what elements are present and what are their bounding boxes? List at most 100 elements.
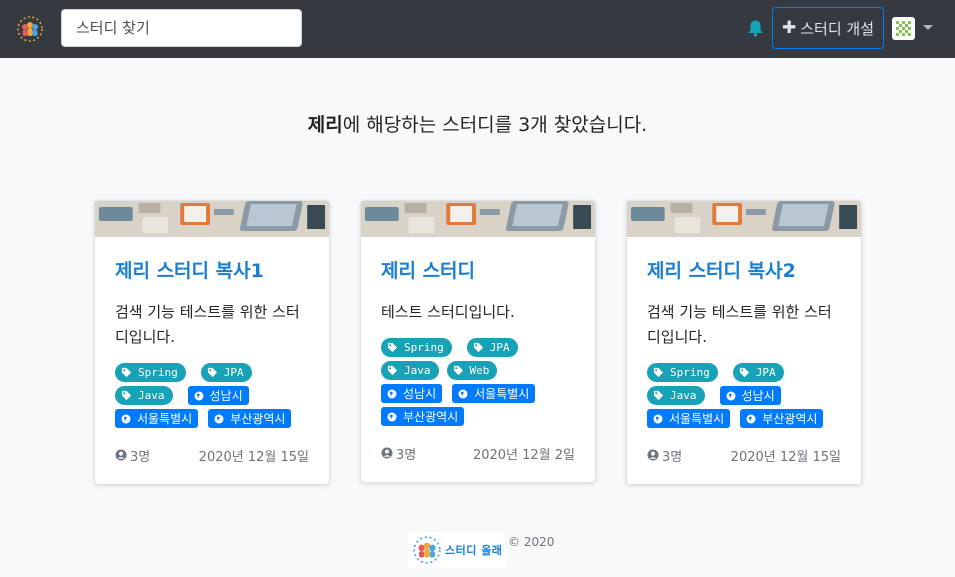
profile-dropdown-caret-icon[interactable]: [923, 25, 933, 30]
tag-badge[interactable]: Java: [115, 386, 173, 405]
zone-badge[interactable]: 부산광역시: [740, 409, 824, 428]
study-card[interactable]: 제리 스터디 복사1 검색 기능 테스트를 위한 스터디입니다. Spring J…: [94, 200, 330, 485]
footer-logo-text: 스터디 올래: [445, 544, 503, 557]
card-footer: 3명 2020년 12월 15일: [95, 440, 329, 470]
globe-icon: [458, 389, 474, 399]
tag-badge[interactable]: Web: [446, 361, 498, 380]
bell-icon[interactable]: [747, 19, 764, 37]
zone-badge[interactable]: 서울특별시: [647, 409, 731, 428]
card-title[interactable]: 제리 스터디: [381, 257, 575, 287]
tag-icon: [387, 365, 404, 376]
zone-label: 부산광역시: [230, 412, 286, 426]
tag-badge[interactable]: JPA: [732, 363, 784, 382]
card-cover-image: [361, 201, 595, 237]
tag-icon: [473, 342, 490, 353]
search-input[interactable]: [61, 9, 302, 47]
tag-label: Spring: [138, 366, 178, 379]
card-cover-image: [627, 201, 861, 237]
tag-icon: [739, 367, 756, 378]
user-circle-icon: [647, 449, 659, 461]
globe-icon: [726, 391, 742, 401]
card-tags: Spring JPA Java Web 성남시 서울특별시부산광역시: [381, 338, 575, 426]
profile-avatar[interactable]: [892, 17, 915, 40]
tag-badge[interactable]: JPA: [466, 338, 518, 357]
zone-badge[interactable]: 성남시: [187, 386, 249, 405]
tag-badge[interactable]: Spring: [647, 363, 718, 382]
globe-icon: [653, 414, 669, 424]
zone-label: 성남시: [403, 387, 437, 401]
published-date: 2020년 12월 15일: [198, 449, 309, 465]
zone-badge[interactable]: 부산광역시: [208, 409, 292, 428]
card-title[interactable]: 제리 스터디 복사2: [647, 257, 841, 287]
zone-badge[interactable]: 성남시: [381, 384, 443, 403]
study-card[interactable]: 제리 스터디 테스트 스터디입니다. Spring JPA Java Web 성남시 서울…: [360, 200, 596, 483]
tag-badge[interactable]: Java: [647, 386, 705, 405]
zone-label: 성남시: [209, 389, 243, 403]
tag-icon: [387, 342, 404, 353]
card-description: 테스트 스터디입니다.: [381, 303, 515, 321]
search-result-text: 에 해당하는 스터디를 3개 찾았습니다.: [342, 114, 648, 136]
create-study-button[interactable]: ✚ 스터디 개설: [772, 7, 884, 49]
tag-icon: [653, 390, 670, 401]
tag-label: Web: [469, 364, 490, 377]
tag-label: Spring: [670, 366, 710, 379]
tag-label: Java: [404, 364, 431, 377]
tag-label: Java: [670, 389, 697, 402]
tag-label: JPA: [489, 341, 510, 354]
tag-badge[interactable]: Spring: [115, 363, 186, 382]
footer-logo: 스터디 올래: [408, 532, 506, 568]
card-tags: Spring JPA Java 성남시서울특별시 부산광역시: [647, 363, 841, 428]
zone-label: 서울특별시: [474, 387, 530, 401]
tag-icon: [121, 390, 138, 401]
plus-icon: ✚: [781, 18, 797, 38]
member-count-text: 3명: [396, 447, 417, 463]
member-count: 3명: [647, 446, 682, 465]
zone-badge[interactable]: 서울특별시: [452, 384, 536, 403]
study-card[interactable]: 제리 스터디 복사2 검색 기능 테스트를 위한 스터디입니다. Spring J…: [626, 200, 862, 485]
user-circle-icon: [381, 447, 393, 459]
member-count: 3명: [115, 446, 150, 465]
zone-label: 서울특별시: [137, 412, 193, 426]
tag-badge[interactable]: Java: [381, 361, 439, 380]
zone-badge[interactable]: 성남시: [719, 386, 781, 405]
member-count-text: 3명: [130, 449, 151, 465]
globe-icon: [387, 389, 403, 399]
globe-icon: [746, 414, 762, 424]
tag-label: Spring: [404, 341, 444, 354]
search-keyword: 제리: [307, 114, 343, 136]
zone-label: 부산광역시: [403, 410, 459, 424]
card-title[interactable]: 제리 스터디 복사1: [115, 257, 309, 287]
tag-badge[interactable]: JPA: [200, 363, 252, 382]
published-date: 2020년 12월 15일: [730, 449, 841, 465]
globe-icon: [121, 414, 137, 424]
zone-label: 서울특별시: [669, 412, 725, 426]
globe-icon: [387, 412, 403, 422]
globe-icon: [214, 414, 230, 424]
globe-icon: [194, 391, 210, 401]
card-description: 검색 기능 테스트를 위한 스터디입니다.: [647, 303, 832, 346]
top-navbar: ✚ 스터디 개설: [0, 0, 955, 58]
card-footer: 3명 2020년 12월 2일: [361, 438, 595, 468]
tag-label: JPA: [223, 366, 244, 379]
tag-icon: [453, 365, 470, 376]
zone-label: 성남시: [741, 389, 775, 403]
search-result-heading: 제리에 해당하는 스터디를 3개 찾았습니다.: [0, 110, 955, 137]
site-logo-icon[interactable]: [16, 15, 44, 43]
card-description: 검색 기능 테스트를 위한 스터디입니다.: [115, 303, 300, 346]
zone-badge[interactable]: 서울특별시: [115, 409, 199, 428]
zone-badge[interactable]: 부산광역시: [381, 407, 465, 426]
footer-logo-icon: [413, 536, 441, 564]
create-study-label: 스터디 개설: [800, 19, 875, 38]
identicon-icon: [895, 20, 912, 37]
user-circle-icon: [115, 449, 127, 461]
card-footer: 3명 2020년 12월 15일: [627, 440, 861, 470]
tag-icon: [653, 367, 670, 378]
tag-label: Java: [138, 389, 165, 402]
tag-label: JPA: [755, 366, 776, 379]
zone-label: 부산광역시: [762, 412, 818, 426]
member-count: 3명: [381, 444, 416, 463]
published-date: 2020년 12월 2일: [472, 447, 575, 463]
card-cover-image: [95, 201, 329, 237]
tag-badge[interactable]: Spring: [381, 338, 452, 357]
tag-icon: [207, 367, 224, 378]
